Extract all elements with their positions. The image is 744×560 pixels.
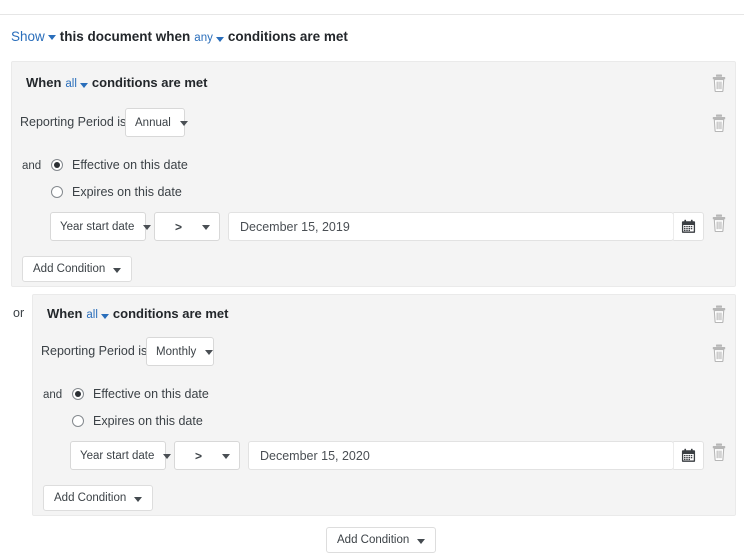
- group-2-reporting-period-select[interactable]: Monthly: [146, 337, 214, 366]
- chevron-down-icon: [101, 314, 109, 319]
- show-dropdown-label: Show: [11, 29, 45, 44]
- group-1-add-condition-label: Add Condition: [33, 263, 105, 275]
- group-2-match-label: all: [86, 309, 98, 321]
- delete-condition-1-2-button[interactable]: [711, 214, 727, 232]
- group-2-radio-effective-label: Effective on this date: [93, 387, 209, 401]
- radio-indicator: [72, 415, 84, 427]
- group-2-field-label: Reporting Period is: [41, 344, 147, 358]
- chevron-down-icon: [134, 497, 142, 502]
- group-1-radio-expires-label: Expires on this date: [72, 185, 182, 199]
- group-1-field-label: Reporting Period is: [20, 115, 126, 129]
- chevron-down-icon: [113, 268, 121, 273]
- delete-group-2-button[interactable]: [711, 305, 727, 323]
- group-2-reporting-period-value: Monthly: [156, 346, 196, 358]
- group-1-operator-value: >: [164, 220, 193, 234]
- group-2-prefix-label: or: [13, 306, 24, 320]
- condition-group-2: [32, 294, 736, 516]
- header-text-mid: this document when: [60, 29, 191, 44]
- chevron-down-icon: [180, 121, 188, 126]
- group-2-match-dropdown[interactable]: all: [86, 309, 109, 321]
- chevron-down-icon: [216, 37, 224, 42]
- group-2-date-value: December 15, 2020: [260, 449, 370, 463]
- footer-add-condition-button[interactable]: Add Condition: [326, 527, 436, 553]
- group-2-calendar-button[interactable]: [673, 441, 704, 470]
- group-2-when-label: When: [47, 306, 82, 321]
- group-1-radio-effective-label: Effective on this date: [72, 158, 188, 172]
- radio-indicator: [51, 186, 63, 198]
- group-1-title: When all conditions are met: [26, 75, 207, 90]
- group-1-match-dropdown[interactable]: all: [65, 78, 88, 90]
- show-dropdown[interactable]: Show: [11, 29, 56, 44]
- calendar-icon: [681, 219, 696, 234]
- calendar-icon: [681, 448, 696, 463]
- group-2-title: When all conditions are met: [47, 306, 228, 321]
- group-1-radio-effective[interactable]: Effective on this date: [51, 158, 188, 172]
- match-type-label: any: [194, 32, 213, 44]
- chevron-down-icon: [222, 454, 230, 459]
- group-1-reporting-period-select[interactable]: Annual: [125, 108, 185, 137]
- group-1-add-condition-button[interactable]: Add Condition: [22, 256, 132, 282]
- group-2-radio-expires[interactable]: Expires on this date: [72, 414, 203, 428]
- conditional-rules-panel: Show this document when any conditions a…: [0, 0, 744, 560]
- delete-group-1-button[interactable]: [711, 74, 727, 92]
- group-1-date-field-value: Year start date: [60, 221, 134, 233]
- rule-header-sentence: Show this document when any conditions a…: [11, 29, 352, 44]
- group-1-date-value: December 15, 2019: [240, 220, 350, 234]
- match-type-dropdown[interactable]: any: [194, 32, 224, 44]
- group-2-date-input[interactable]: December 15, 2020: [248, 441, 674, 470]
- chevron-down-icon: [80, 83, 88, 88]
- group-1-conjunction-label: and: [22, 160, 41, 172]
- group-1-calendar-button[interactable]: [673, 212, 704, 241]
- delete-condition-2-1-button[interactable]: [711, 344, 727, 362]
- condition-group-1: [11, 61, 736, 287]
- chevron-down-icon: [163, 454, 171, 459]
- header-text-end: conditions are met: [228, 29, 348, 44]
- group-2-date-field-value: Year start date: [80, 450, 154, 462]
- group-1-date-input[interactable]: December 15, 2019: [228, 212, 674, 241]
- group-2-operator-value: >: [184, 449, 213, 463]
- group-2-radio-effective[interactable]: Effective on this date: [72, 387, 209, 401]
- footer-add-condition-label: Add Condition: [337, 534, 409, 546]
- delete-condition-1-1-button[interactable]: [711, 114, 727, 132]
- group-2-title-rest: conditions are met: [113, 306, 229, 321]
- group-2-radio-expires-label: Expires on this date: [93, 414, 203, 428]
- group-2-date-field-select[interactable]: Year start date: [70, 441, 166, 470]
- group-1-radio-expires[interactable]: Expires on this date: [51, 185, 182, 199]
- chevron-down-icon: [143, 225, 151, 230]
- radio-indicator: [72, 388, 84, 400]
- delete-condition-2-2-button[interactable]: [711, 443, 727, 461]
- group-1-date-field-select[interactable]: Year start date: [50, 212, 146, 241]
- chevron-down-icon: [202, 225, 210, 230]
- group-1-match-label: all: [65, 78, 77, 90]
- chevron-down-icon: [48, 35, 56, 40]
- group-1-title-rest: conditions are met: [92, 75, 208, 90]
- chevron-down-icon: [205, 350, 213, 355]
- group-1-reporting-period-value: Annual: [135, 117, 171, 129]
- group-1-operator-select[interactable]: >: [154, 212, 220, 241]
- group-2-operator-select[interactable]: >: [174, 441, 240, 470]
- group-2-add-condition-button[interactable]: Add Condition: [43, 485, 153, 511]
- group-2-conjunction-label: and: [43, 389, 62, 401]
- chevron-down-icon: [417, 539, 425, 544]
- group-2-add-condition-label: Add Condition: [54, 492, 126, 504]
- group-1-when-label: When: [26, 75, 61, 90]
- radio-indicator: [51, 159, 63, 171]
- top-divider: [0, 14, 744, 15]
